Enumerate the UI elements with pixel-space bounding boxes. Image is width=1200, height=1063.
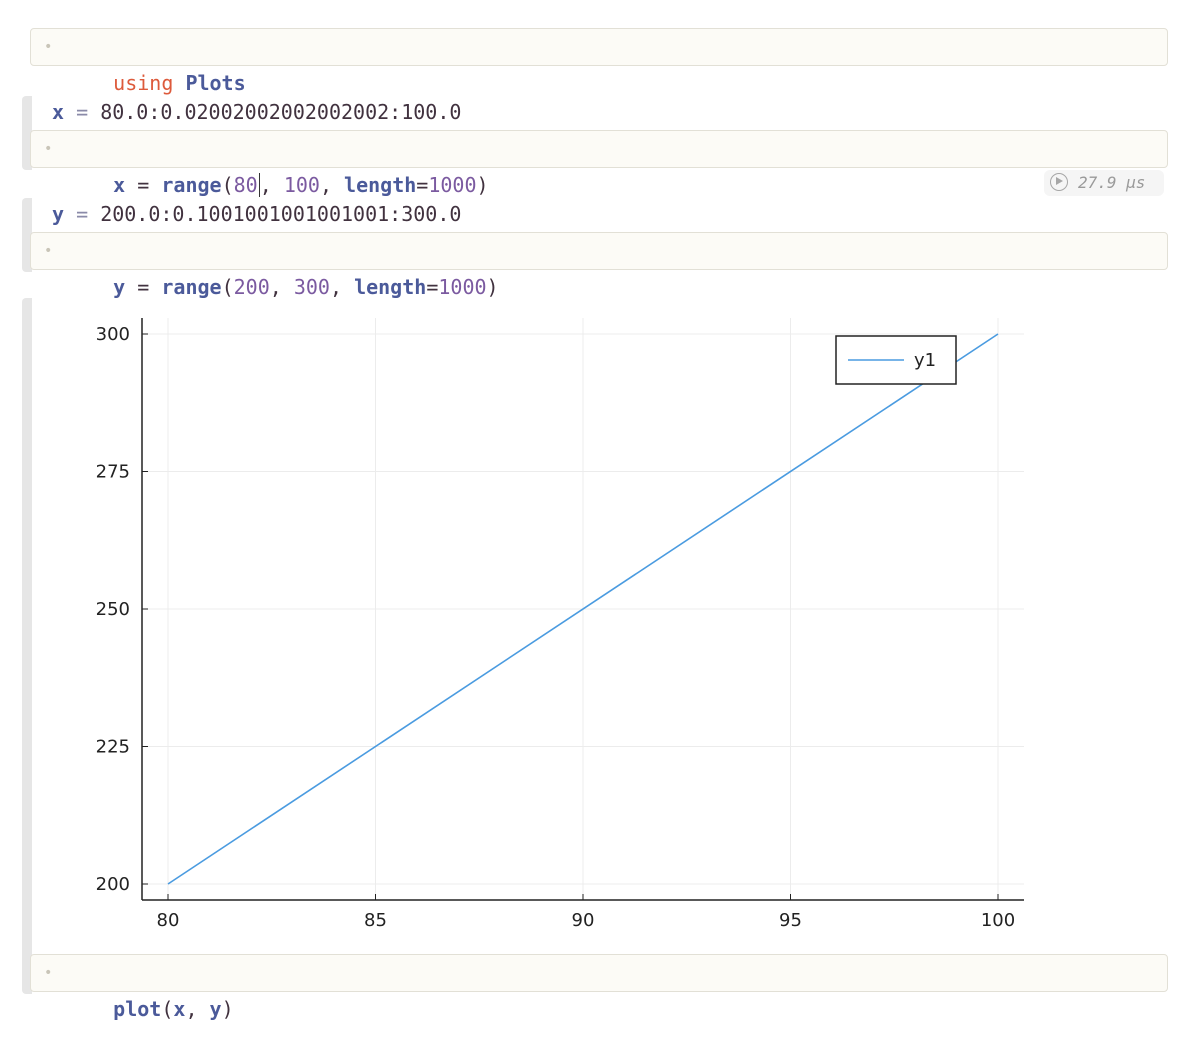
- code-sep: ,: [319, 173, 345, 197]
- output-eq-x: =: [76, 100, 89, 124]
- cell-y: y = 200.0:0.1001001001001001:300.0 • y = …: [22, 198, 1168, 299]
- runtime-text: 27.9 μs: [1078, 173, 1146, 192]
- output-value-y: 200.0:0.1001001001001001:300.0: [100, 202, 462, 226]
- code-kwname: length: [354, 275, 427, 299]
- code-paren: (: [221, 275, 234, 299]
- output-value-x: 80.0:0.02002002002002002:100.0: [100, 100, 462, 124]
- code-func: range: [161, 275, 222, 299]
- x-tick-label: 95: [779, 910, 802, 931]
- code-eq: =: [137, 275, 150, 299]
- y-tick-label: 225: [96, 737, 130, 758]
- code-var: x: [113, 173, 126, 197]
- cell-bullet: •: [44, 965, 53, 981]
- code-sep: ,: [185, 997, 210, 1021]
- output-eq-y: =: [76, 202, 89, 226]
- cell-bullet: •: [44, 243, 53, 259]
- code-arg: 100: [283, 173, 320, 197]
- code-input-using[interactable]: • using Plots: [30, 28, 1168, 95]
- code-input-x[interactable]: • x = range(80, 100, length=1000): [30, 130, 1168, 197]
- x-tick-label: 100: [981, 910, 1015, 931]
- cell-bullet: •: [44, 39, 53, 55]
- code-input-plot[interactable]: • plot(x, y): [30, 954, 1168, 1021]
- x-tick-label: 90: [572, 910, 595, 931]
- code-sep: ,: [269, 275, 294, 299]
- code-arg: y: [209, 997, 222, 1021]
- code-arg: 80: [233, 173, 258, 197]
- output-x: x = 80.0:0.02002002002002002:100.0: [52, 98, 461, 126]
- code-kweq: =: [426, 275, 439, 299]
- code-arg: x: [173, 997, 186, 1021]
- code-kwname: length: [344, 173, 417, 197]
- code-kwval: 1000: [428, 173, 477, 197]
- keyword-using: using: [113, 71, 174, 95]
- y-tick-label: 200: [96, 874, 130, 895]
- cell-using: • using Plots: [22, 28, 1168, 95]
- cell-output-bar: [22, 298, 32, 994]
- legend-label: y1: [914, 350, 936, 371]
- play-icon: [1050, 173, 1068, 191]
- y-tick-label: 300: [96, 324, 130, 345]
- code-paren: ): [476, 173, 489, 197]
- code-eq: =: [137, 173, 150, 197]
- runtime-badge[interactable]: 27.9 μs: [1044, 170, 1164, 196]
- cell-plot: 80 85 90 95 100 200 225 250 275 300 y1 • plot(x, y…: [22, 298, 1168, 1021]
- code-kweq: =: [416, 173, 429, 197]
- y-tick-label: 275: [96, 462, 130, 483]
- output-var-y: y: [52, 202, 65, 226]
- code-var: y: [113, 275, 126, 299]
- cell-bullet: •: [44, 141, 53, 157]
- output-var-x: x: [52, 100, 65, 124]
- chart-legend: y1: [835, 335, 957, 385]
- code-func: range: [161, 173, 222, 197]
- output-y: y = 200.0:0.1001001001001001:300.0: [52, 200, 461, 228]
- code-kwval: 1000: [438, 275, 487, 299]
- code-paren: ): [221, 997, 234, 1021]
- y-tick-label: 250: [96, 599, 130, 620]
- code-sep: ,: [259, 173, 284, 197]
- code-paren: (: [221, 173, 234, 197]
- code-paren: (: [161, 997, 174, 1021]
- code-arg: 300: [293, 275, 330, 299]
- module-name: Plots: [185, 71, 246, 95]
- x-tick-label: 85: [364, 910, 387, 931]
- cell-x: x = 80.0:0.02002002002002002:100.0 • x = …: [22, 96, 1168, 197]
- code-arg: 200: [233, 275, 270, 299]
- code-sep: ,: [329, 275, 355, 299]
- plot-output: 80 85 90 95 100 200 225 250 275 300 y1: [96, 318, 1024, 931]
- code-input-y[interactable]: • y = range(200, 300, length=1000): [30, 232, 1168, 299]
- code-func: plot: [113, 997, 162, 1021]
- x-tick-label: 80: [157, 910, 180, 931]
- code-paren: ): [486, 275, 499, 299]
